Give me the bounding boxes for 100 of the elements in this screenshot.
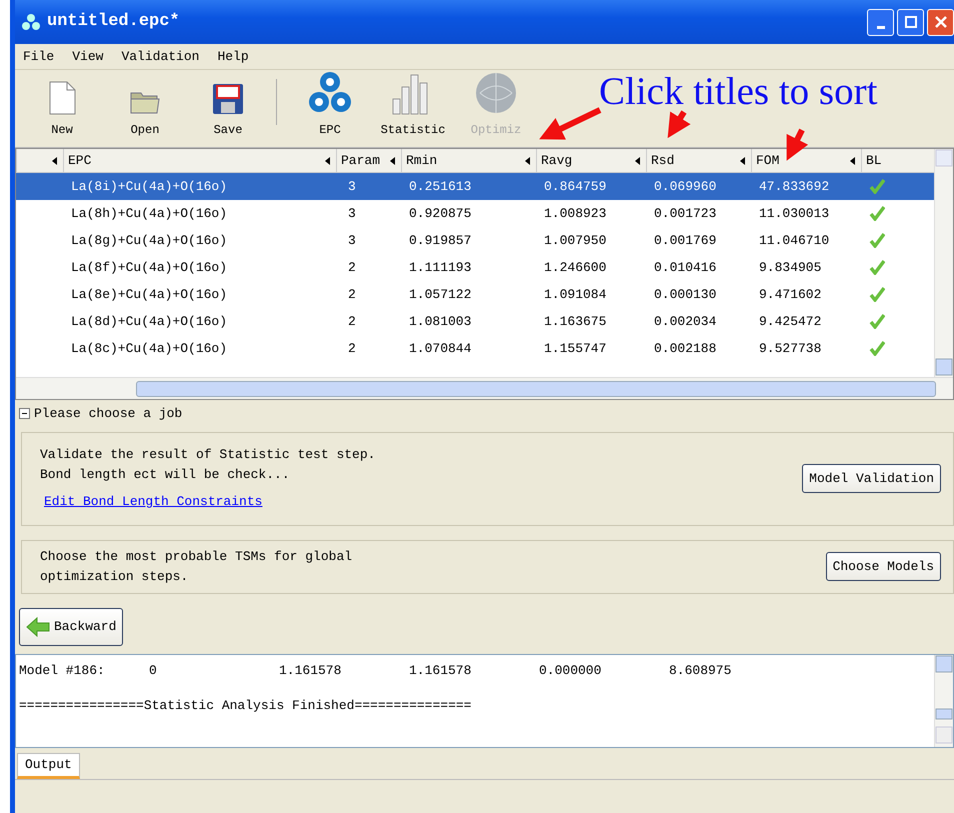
table-cell-text: 0.002034: [653, 312, 718, 331]
table-cell-text: 11.046710: [758, 232, 830, 250]
backward-button[interactable]: Backward: [19, 608, 124, 646]
table-row[interactable]: La(8d)+Cu(4a)+O(16o) 2 1.081003 1.163675 0.002034 9.425472: [16, 308, 934, 335]
table-cell-text: 47.833692: [758, 178, 830, 196]
minimize-button[interactable]: [867, 8, 894, 36]
window-title: untitled.epc*: [47, 11, 180, 34]
table-cell-text: 2: [347, 258, 357, 277]
toolbar-button[interactable]: New: [27, 81, 97, 139]
output-text: 1.161578: [279, 662, 342, 680]
table-cell-text: 0.069960: [653, 178, 718, 196]
table-cell-text: 0.001769: [653, 232, 718, 250]
toolbar-button[interactable]: Open: [110, 89, 180, 139]
sort-icon[interactable]: [325, 157, 330, 165]
job-description: Validate the result of Statistic test step. Bond length ect will be check...: [40, 446, 376, 484]
table-cell-text: 3: [347, 178, 357, 196]
table-cell-text: 9.471602: [758, 286, 822, 304]
table-cell-text: 0.920875: [408, 204, 472, 223]
table-cell-text: 1.008923: [543, 204, 608, 223]
table-cell-text: La(8c)+Cu(4a)+O(16o): [70, 340, 228, 358]
menu-item[interactable]: Help: [217, 46, 249, 66]
table-cell-text: 1.111193: [408, 258, 472, 277]
globe-icon: [474, 71, 518, 115]
table-row[interactable]: La(8f)+Cu(4a)+O(16o) 2 1.111193 1.246600 0.010416 9.834905: [16, 254, 934, 281]
table-cell-text: 9.527738: [758, 340, 822, 358]
table-cell-text: 9.425472: [758, 312, 822, 331]
table-cell-text: 2: [347, 286, 357, 304]
close-button[interactable]: [927, 8, 954, 36]
table-cell-text: 1.155747: [543, 340, 608, 358]
table-cell-text: 1.070844: [408, 340, 472, 358]
column-header[interactable]: FOM: [751, 149, 861, 172]
table-cell-text: 3: [347, 204, 357, 223]
table-cell-text: La(8d)+Cu(4a)+O(16o): [70, 312, 228, 331]
table-cell-text: La(8e)+Cu(4a)+O(16o): [70, 286, 228, 304]
sort-icon[interactable]: [850, 157, 855, 165]
table-cell-text: 11.030013: [758, 204, 830, 223]
output-text: Model #186:: [19, 662, 106, 680]
table-cell-text: 1.091084: [543, 286, 608, 304]
output-text: 0: [149, 662, 158, 680]
toolbar-button[interactable]: EPC: [295, 71, 365, 139]
sort-icon[interactable]: [525, 157, 530, 165]
output-tab[interactable]: Output: [17, 752, 80, 778]
menu-item[interactable]: File: [23, 46, 54, 66]
job-description: Choose the most probable TSMs for global optimization steps.: [40, 548, 354, 586]
menu-item[interactable]: Validation: [121, 46, 200, 66]
job-button[interactable]: Choose Models: [826, 552, 941, 582]
table-cell-text: 1.163675: [543, 312, 608, 331]
toolbar-button[interactable]: Save: [193, 83, 263, 139]
sort-icon[interactable]: [52, 157, 57, 165]
horizontal-scrollbar[interactable]: [16, 377, 953, 399]
menu-item[interactable]: View: [72, 46, 104, 66]
table-row[interactable]: La(8g)+Cu(4a)+O(16o) 3 0.919857 1.007950 0.001769 11.046710: [16, 227, 934, 254]
sort-icon[interactable]: [635, 157, 640, 165]
column-header[interactable]: BL: [861, 149, 915, 172]
column-header[interactable]: Rsd: [646, 149, 751, 172]
output-text: 0.000000: [539, 662, 602, 680]
output-text: 8.608975: [669, 662, 732, 680]
app-logo-icon: [21, 13, 41, 31]
table-cell-text: 0.002188: [653, 340, 718, 358]
sort-icon[interactable]: [740, 157, 745, 165]
table-cell-text: 0.864759: [543, 178, 608, 196]
sort-icon[interactable]: [390, 157, 395, 165]
table-row[interactable]: La(8h)+Cu(4a)+O(16o) 3 0.920875 1.008923 0.001723 11.030013: [16, 200, 934, 227]
table-cell-text: La(8g)+Cu(4a)+O(16o): [70, 232, 228, 250]
maximize-button[interactable]: [897, 8, 924, 36]
table-row[interactable]: La(8c)+Cu(4a)+O(16o) 2 1.070844 1.155747 0.002188 9.527738: [16, 335, 934, 362]
table-cell-text: La(8f)+Cu(4a)+O(16o): [70, 258, 228, 277]
table-cell-text: 1.081003: [408, 312, 472, 331]
column-header[interactable]: EPC: [63, 149, 336, 172]
close-icon: [934, 15, 948, 29]
toolbar-button[interactable]: Statistic: [378, 71, 448, 139]
table-cell-text: 3: [347, 232, 357, 250]
left-arrow-icon: [26, 616, 50, 636]
edit-constraints-link[interactable]: Edit Bond Length Constraints: [44, 492, 262, 512]
table-cell-text: 9.834905: [758, 258, 822, 277]
job-button[interactable]: Model Validation: [802, 464, 941, 494]
table-cell-text: 1.057122: [408, 286, 472, 304]
table-row[interactable]: La(8i)+Cu(4a)+O(16o) 3 0.251613 0.864759 0.069960 47.833692: [16, 173, 934, 200]
table-cell-text: 0.001723: [653, 204, 718, 223]
column-header[interactable]: Ravg: [536, 149, 646, 172]
column-header[interactable]: Rmin: [401, 149, 536, 172]
table-cell-text: 1.246600: [543, 258, 608, 277]
minimize-icon: [876, 26, 884, 28]
column-header[interactable]: Param: [336, 149, 401, 172]
table-cell-text: 0.010416: [653, 258, 718, 277]
table-cell-text: La(8h)+Cu(4a)+O(16o): [70, 204, 228, 223]
document-icon: [47, 81, 77, 115]
vertical-scrollbar[interactable]: [934, 149, 953, 377]
table-cell-text: 0.000130: [653, 286, 718, 304]
table-cell-text: La(8i)+Cu(4a)+O(16o): [70, 178, 228, 196]
spheres-icon: [308, 71, 352, 115]
table-cell-text: 0.251613: [408, 178, 472, 196]
section-title: Please choose a job: [34, 405, 182, 423]
output-text: 1.161578: [409, 662, 472, 680]
table-cell-text: 0.919857: [408, 232, 472, 250]
vertical-scrollbar[interactable]: [934, 654, 953, 746]
table-row[interactable]: La(8e)+Cu(4a)+O(16o) 2 1.057122 1.091084 0.000130 9.471602: [16, 281, 934, 308]
annotation-text: Click titles to sort: [599, 72, 878, 111]
annotation-arrow: [786, 128, 808, 161]
annotation-arrow: [668, 110, 691, 138]
